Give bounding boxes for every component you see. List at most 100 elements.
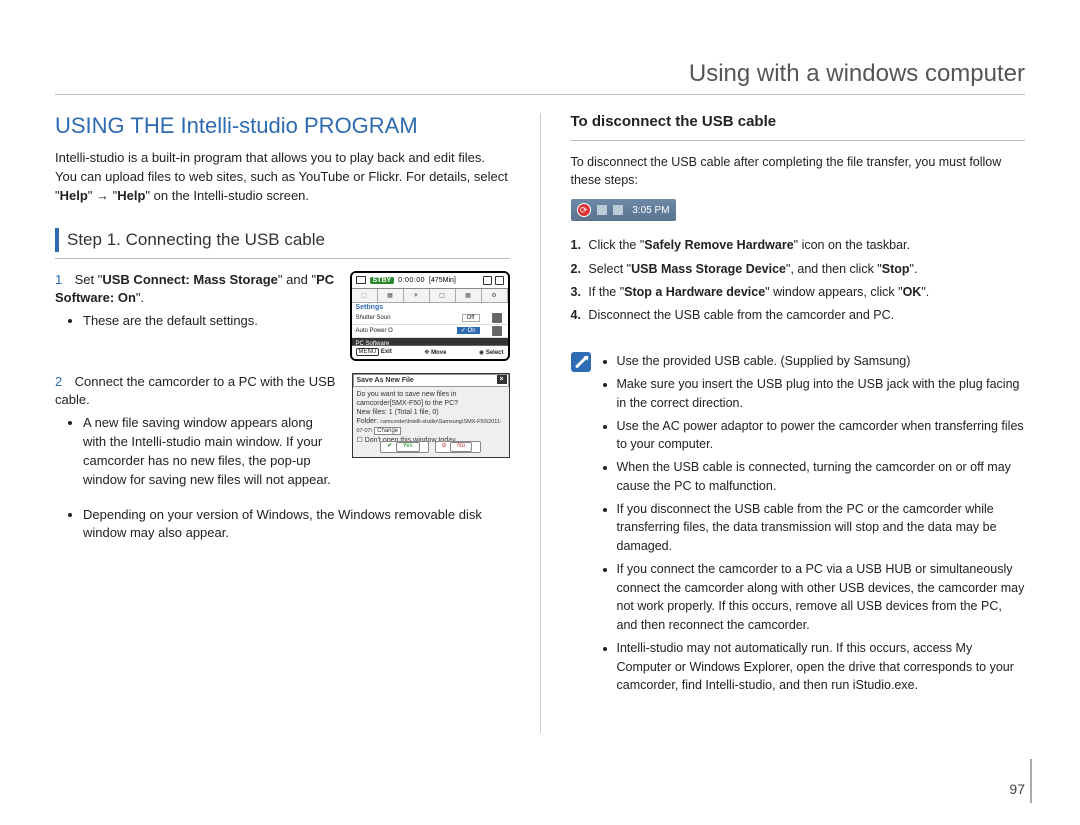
camcorder-menu-screenshot: STBY 0:00:00 [475Min] ⬚ ▦ ☀ ▢ ▦ ⚙ Settin… xyxy=(350,271,510,361)
dialog-title: Save As New File × xyxy=(353,374,509,387)
battery-icon xyxy=(495,276,504,285)
t: Stop a Hardware device xyxy=(624,285,765,299)
note-item: If you connect the camcorder to a PC via… xyxy=(617,560,1026,635)
note-item: If you disconnect the USB cable from the… xyxy=(617,500,1026,556)
note-item: Make sure you insert the USB plug into t… xyxy=(617,375,1026,413)
tab-icon: ▦ xyxy=(378,289,404,302)
t: " window appears, click " xyxy=(765,285,902,299)
t: Safely Remove Hardware xyxy=(644,238,793,252)
step-number-1: 1 xyxy=(55,271,71,290)
page-header: Using with a windows computer xyxy=(55,60,1025,95)
note-item: When the USB cable is connected, turning… xyxy=(617,458,1026,496)
dialog-buttons: ✔ Yes ⊘ No xyxy=(353,441,509,453)
note-item: Intelli-studio may not automatically run… xyxy=(617,639,1026,695)
disconnect-heading: To disconnect the USB cable xyxy=(571,113,1026,130)
dialog-line: Folder: camcorder\Intelli-studio\Samsung… xyxy=(357,417,505,436)
menu-label: Shutter Soun xyxy=(356,315,391,321)
note-box: Use the provided USB cable. (Supplied by… xyxy=(571,352,1026,699)
n: 4. xyxy=(571,308,581,322)
t: " icon on the taskbar. xyxy=(794,238,910,252)
t: USB Connect: Mass Storage xyxy=(102,272,278,287)
column-divider xyxy=(540,113,541,733)
t: Click the " xyxy=(588,238,644,252)
intro-paragraph: Intelli-studio is a built-in program tha… xyxy=(55,149,510,206)
menu-row-autopower: Auto Power O ✓ On xyxy=(352,325,508,338)
value-on: ✓ On xyxy=(457,327,480,334)
tab-icon: ⬚ xyxy=(352,289,378,302)
step2-bullet1: A new file saving window appears along w… xyxy=(83,414,338,489)
disconnect-intro: To disconnect the USB cable after comple… xyxy=(571,153,1026,189)
menu-row-shutter: Shutter Soun Off xyxy=(352,312,508,325)
tray-icon xyxy=(597,205,607,215)
note-item: Use the provided USB cable. (Supplied by… xyxy=(617,352,1026,371)
tab-icon: ☀ xyxy=(404,289,430,302)
t: OK xyxy=(903,285,922,299)
note-icon xyxy=(571,352,591,372)
step2-item: Connect the camcorder to a PC with the U… xyxy=(55,374,335,408)
move-label: Move xyxy=(431,350,446,356)
step1-item1: Set "USB Connect: Mass Storage" and "PC … xyxy=(55,272,334,306)
t: ", and then click " xyxy=(786,262,882,276)
n: 3. xyxy=(571,285,581,299)
save-dialog-screenshot: Save As New File × Do you want to save ne… xyxy=(352,373,510,458)
close-icon: × xyxy=(497,375,507,384)
divider xyxy=(55,258,510,259)
t: Folder: xyxy=(357,418,379,425)
t: If the " xyxy=(588,285,624,299)
tray-icon xyxy=(613,205,623,215)
t: Disconnect the USB cable from the camcor… xyxy=(588,308,894,322)
rec-icon xyxy=(356,276,366,284)
taskbar-time: 3:05 PM xyxy=(632,205,669,216)
cfg-icon xyxy=(492,313,502,323)
disc-step-2: 2. Select "USB Mass Storage Device", and… xyxy=(571,259,1026,280)
t: ". xyxy=(136,290,144,305)
t: ". xyxy=(910,262,918,276)
t: ". xyxy=(921,285,929,299)
help-label-2: Help xyxy=(117,188,145,203)
t: Yes xyxy=(396,442,420,452)
step1-bullet: These are the default settings. xyxy=(83,312,336,331)
help-label-1: Help xyxy=(60,188,88,203)
yes-button: ✔ Yes xyxy=(380,441,429,453)
tab-icon: ⚙ xyxy=(482,289,508,302)
lcd-topbar: STBY 0:00:00 [475Min] xyxy=(352,273,508,289)
step2-continued: Depending on your version of Windows, th… xyxy=(55,506,510,544)
stby-label: STBY xyxy=(370,277,395,284)
no-button: ⊘ No xyxy=(435,441,481,453)
note-list: Use the provided USB cable. (Supplied by… xyxy=(617,352,1026,699)
t: Stop xyxy=(882,262,910,276)
settings-label: Settings xyxy=(352,303,508,312)
menu-btn: MENU xyxy=(356,348,380,356)
safely-remove-icon: ⟳ xyxy=(577,203,591,217)
disconnect-steps: 1. Click the "Safely Remove Hardware" ic… xyxy=(571,235,1026,326)
step2-bullet2: Depending on your version of Windows, th… xyxy=(83,506,510,544)
t: Save As New File xyxy=(357,377,414,384)
t: Set " xyxy=(75,272,103,287)
t: Select " xyxy=(588,262,631,276)
t: On xyxy=(467,328,475,334)
lcd-bottombar: MENU Exit ✥ Move ◉ Select xyxy=(352,345,508,359)
page-number-bar xyxy=(1030,759,1032,803)
step1-text: 1 Set "USB Connect: Mass Storage" and "P… xyxy=(55,271,336,361)
value-off: Off xyxy=(462,314,480,322)
change-btn: Change xyxy=(374,427,401,435)
t: " and " xyxy=(278,272,316,287)
section-title: USING THE Intelli-studio PROGRAM xyxy=(55,113,510,139)
t: No xyxy=(450,442,472,452)
tab-icon: ▦ xyxy=(456,289,482,302)
page: Using with a windows computer USING THE … xyxy=(0,0,1080,825)
time-remaining: [475Min] xyxy=(429,277,456,284)
step2-row: 2 Connect the camcorder to a PC with the… xyxy=(55,373,510,494)
cfg-icon xyxy=(492,326,502,336)
dialog-question: Do you want to save new files in camcord… xyxy=(357,390,505,408)
t: USB Mass Storage Device xyxy=(631,262,786,276)
card-icon xyxy=(483,276,492,285)
divider xyxy=(571,140,1026,141)
step2-text: 2 Connect the camcorder to a PC with the… xyxy=(55,373,338,494)
tab-row: ⬚ ▦ ☀ ▢ ▦ ⚙ xyxy=(352,289,508,303)
disc-step-4: 4. Disconnect the USB cable from the cam… xyxy=(571,305,1026,326)
taskbar-screenshot: ⟳ 3:05 PM xyxy=(571,199,676,221)
exit-label: Exit xyxy=(381,349,392,355)
intro-arrow: " → " xyxy=(88,188,117,203)
t: New files: xyxy=(357,409,387,416)
